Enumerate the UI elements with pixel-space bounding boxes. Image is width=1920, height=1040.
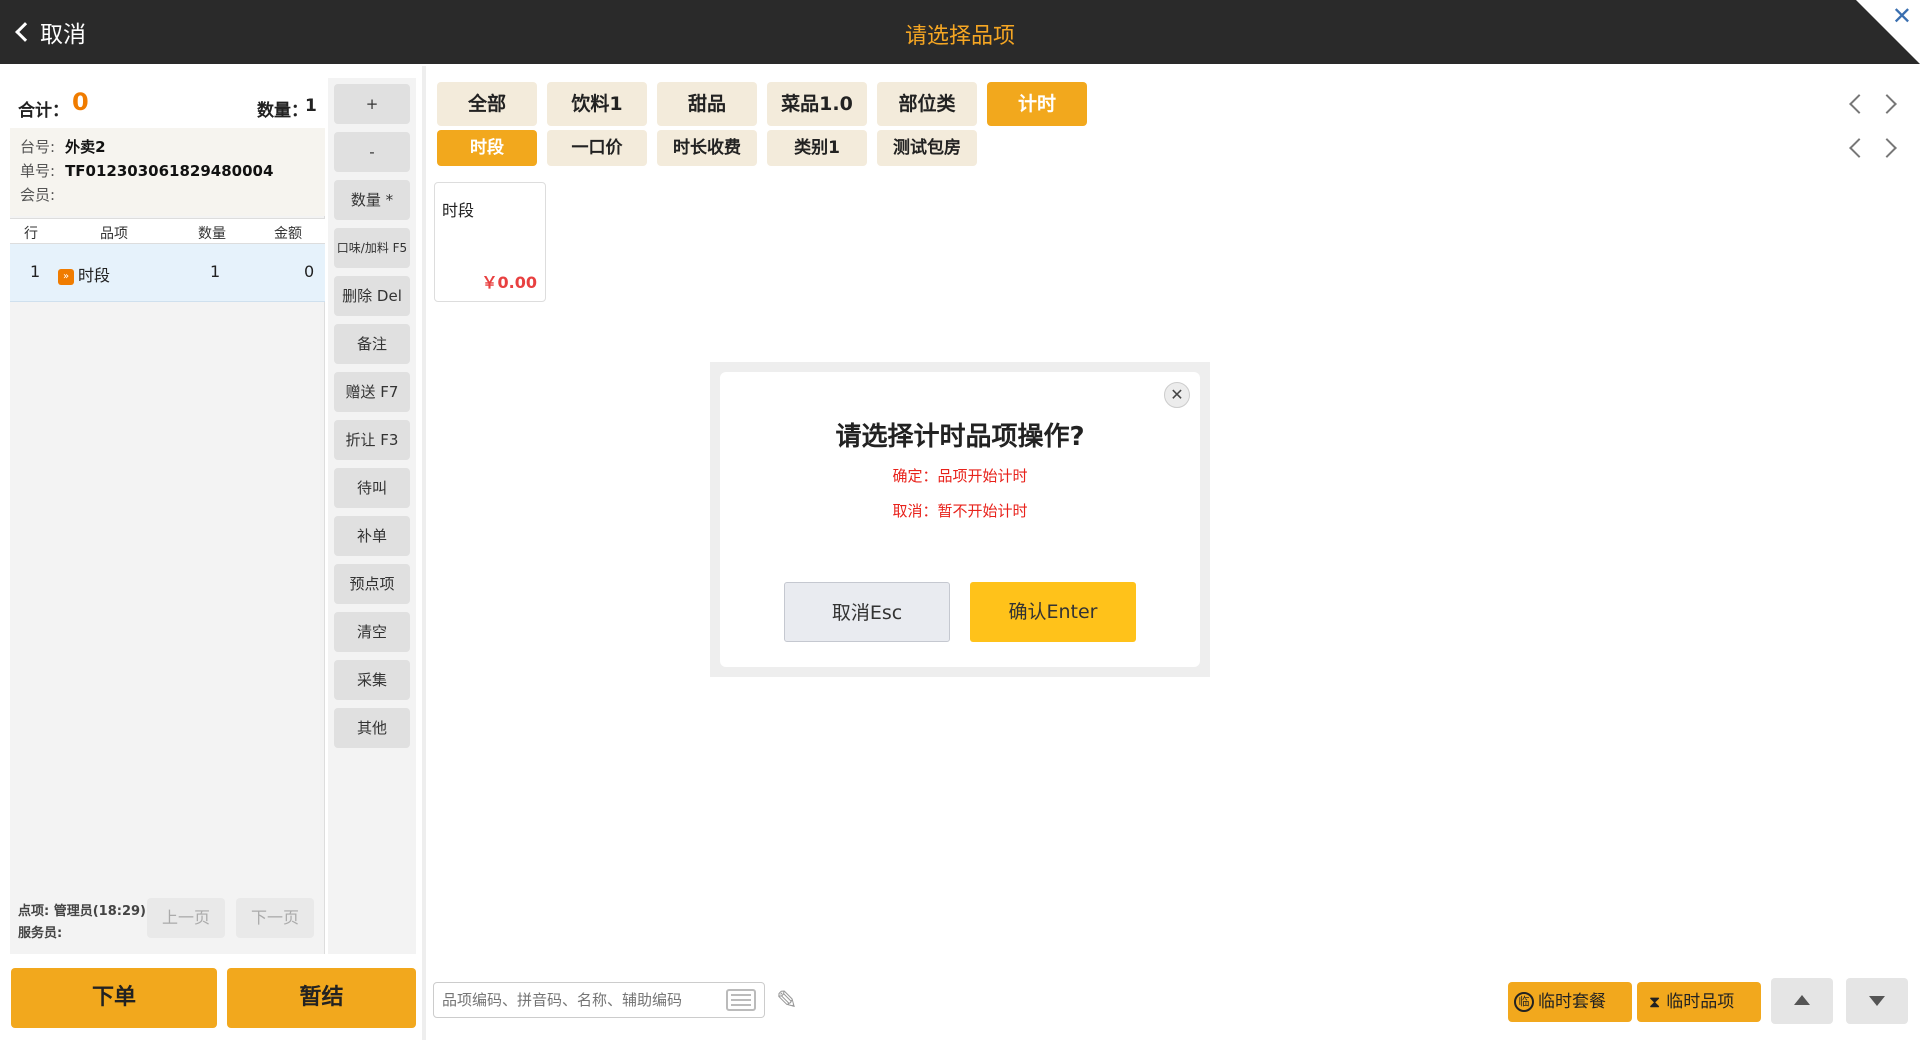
supplement-button[interactable]: 补单 (334, 516, 410, 556)
table-number: 台号: 外卖2 (20, 138, 106, 156)
col-line: 行 (24, 226, 38, 242)
dialog-cancel-button[interactable]: 取消Esc (784, 582, 950, 642)
prev-page-button[interactable]: 上一页 (147, 898, 225, 938)
subcategory-duration[interactable]: 时长收费 (657, 130, 757, 166)
row-amount: 0 (304, 262, 315, 281)
timing-icon: » (58, 268, 74, 285)
row-line: 1 (30, 262, 41, 281)
keyboard-icon[interactable] (726, 989, 756, 1011)
subcategory-fixed-price[interactable]: 一口价 (547, 130, 647, 166)
order-summary: 合计： 0 数量： 1 (10, 78, 325, 128)
scroll-up-button[interactable] (1771, 978, 1833, 1024)
decrease-button[interactable]: - (334, 132, 410, 172)
scroll-down-button[interactable] (1846, 978, 1908, 1024)
member: 会员: (20, 186, 56, 204)
next-page-button[interactable]: 下一页 (236, 898, 314, 938)
col-amount: 金额 (274, 226, 302, 242)
col-qty: 数量 (198, 226, 226, 242)
category-all[interactable]: 全部 (437, 82, 537, 126)
table-row[interactable]: 1 » 时段 1 0 (10, 244, 325, 302)
top-bar: 取消 请选择品项 ✕ (0, 0, 1920, 64)
orderer-info: 点项: 管理员(18:29) (18, 904, 146, 919)
product-name: 时段 (442, 201, 475, 220)
product-price: ￥0.00 (481, 273, 537, 292)
total-value: 0 (72, 88, 89, 116)
timing-dialog: ✕ 请选择计时品项操作? 确定：品项开始计时 取消：暂不开始计时 取消Esc 确… (720, 372, 1200, 667)
submit-order-button[interactable]: 下单 (11, 968, 217, 1028)
temp-icon: 临 (1514, 992, 1534, 1012)
order-info: 台号: 外卖2 单号: TF0123030618294800​04 会员: (10, 128, 325, 216)
hourglass-icon: ⧗ (1649, 992, 1661, 1011)
gift-button[interactable]: 赠送 F7 (334, 372, 410, 412)
category-dishes[interactable]: 菜品1.0 (767, 82, 867, 126)
category-prev-icon[interactable] (1849, 94, 1869, 114)
note-button[interactable]: 备注 (334, 324, 410, 364)
window-close-button[interactable]: ✕ (1856, 0, 1920, 64)
subcategory-type1[interactable]: 类别1 (767, 130, 867, 166)
subcategory-test-room[interactable]: 测试包房 (877, 130, 977, 166)
order-panel: 合计： 0 数量： 1 台号: 外卖2 单号: TF0123030618294800… (10, 78, 325, 954)
increase-button[interactable]: + (334, 84, 410, 124)
dialog-close-icon[interactable]: ✕ (1164, 382, 1190, 408)
product-card[interactable]: 时段 ￥0.00 (434, 182, 546, 302)
bill-number: 单号: TF0123030618294800​04 (20, 162, 274, 180)
subcategory-period[interactable]: 时段 (437, 130, 537, 166)
dialog-overlay: ✕ 请选择计时品项操作? 确定：品项开始计时 取消：暂不开始计时 取消Esc 确… (710, 362, 1210, 677)
other-button[interactable]: 其他 (334, 708, 410, 748)
col-item: 品项 (100, 226, 128, 242)
category-drinks[interactable]: 饮料1 (547, 82, 647, 126)
handwriting-icon[interactable]: ✎ (776, 986, 808, 1016)
divider (422, 66, 426, 1040)
discount-button[interactable]: 折让 F3 (334, 420, 410, 460)
subcategory-next-icon[interactable] (1877, 138, 1897, 158)
wait-call-button[interactable]: 待叫 (334, 468, 410, 508)
arrow-up-icon (1794, 995, 1810, 1005)
row-qty: 1 (210, 262, 221, 281)
total-label: 合计： (18, 101, 69, 121)
row-item: » 时段 (58, 262, 110, 286)
order-table-header: 行 品项 数量 金额 (10, 218, 325, 244)
search-field[interactable] (433, 982, 765, 1018)
dialog-title: 请选择计时品项操作? (835, 422, 1085, 452)
category-next-icon[interactable] (1877, 94, 1897, 114)
waiter-info: 服务员: (18, 926, 63, 941)
delete-button[interactable]: 删除 Del (334, 276, 410, 316)
category-timing[interactable]: 计时 (987, 82, 1087, 126)
quantity-value: 1 (305, 96, 317, 116)
dialog-confirm-hint: 确定：品项开始计时 (892, 467, 1028, 485)
page-title: 请选择品项 (904, 24, 1015, 49)
category-desserts[interactable]: 甜品 (657, 82, 757, 126)
arrow-down-icon (1869, 996, 1885, 1006)
search-input[interactable] (442, 983, 722, 1017)
subcategory-prev-icon[interactable] (1849, 138, 1869, 158)
action-column: + - 数量 * 口味/加料 F5 删除 Del 备注 赠送 F7 折让 F3 … (328, 78, 416, 954)
dialog-cancel-hint: 取消：暂不开始计时 (892, 502, 1028, 520)
close-icon[interactable]: ✕ (1892, 2, 1912, 30)
category-parts[interactable]: 部位类 (877, 82, 977, 126)
flavor-button[interactable]: 口味/加料 F5 (334, 228, 410, 268)
clear-button[interactable]: 清空 (334, 612, 410, 652)
dialog-confirm-button[interactable]: 确认Enter (970, 582, 1136, 642)
temp-combo-button[interactable]: 临临时套餐 (1508, 982, 1632, 1022)
collect-button[interactable]: 采集 (334, 660, 410, 700)
quantity-label: 数量： (257, 101, 308, 121)
hold-order-button[interactable]: 暂结 (227, 968, 416, 1028)
temp-item-button[interactable]: ⧗ 临时品项 (1637, 982, 1761, 1022)
preorder-button[interactable]: 预点项 (334, 564, 410, 604)
quantity-button[interactable]: 数量 * (334, 180, 410, 220)
